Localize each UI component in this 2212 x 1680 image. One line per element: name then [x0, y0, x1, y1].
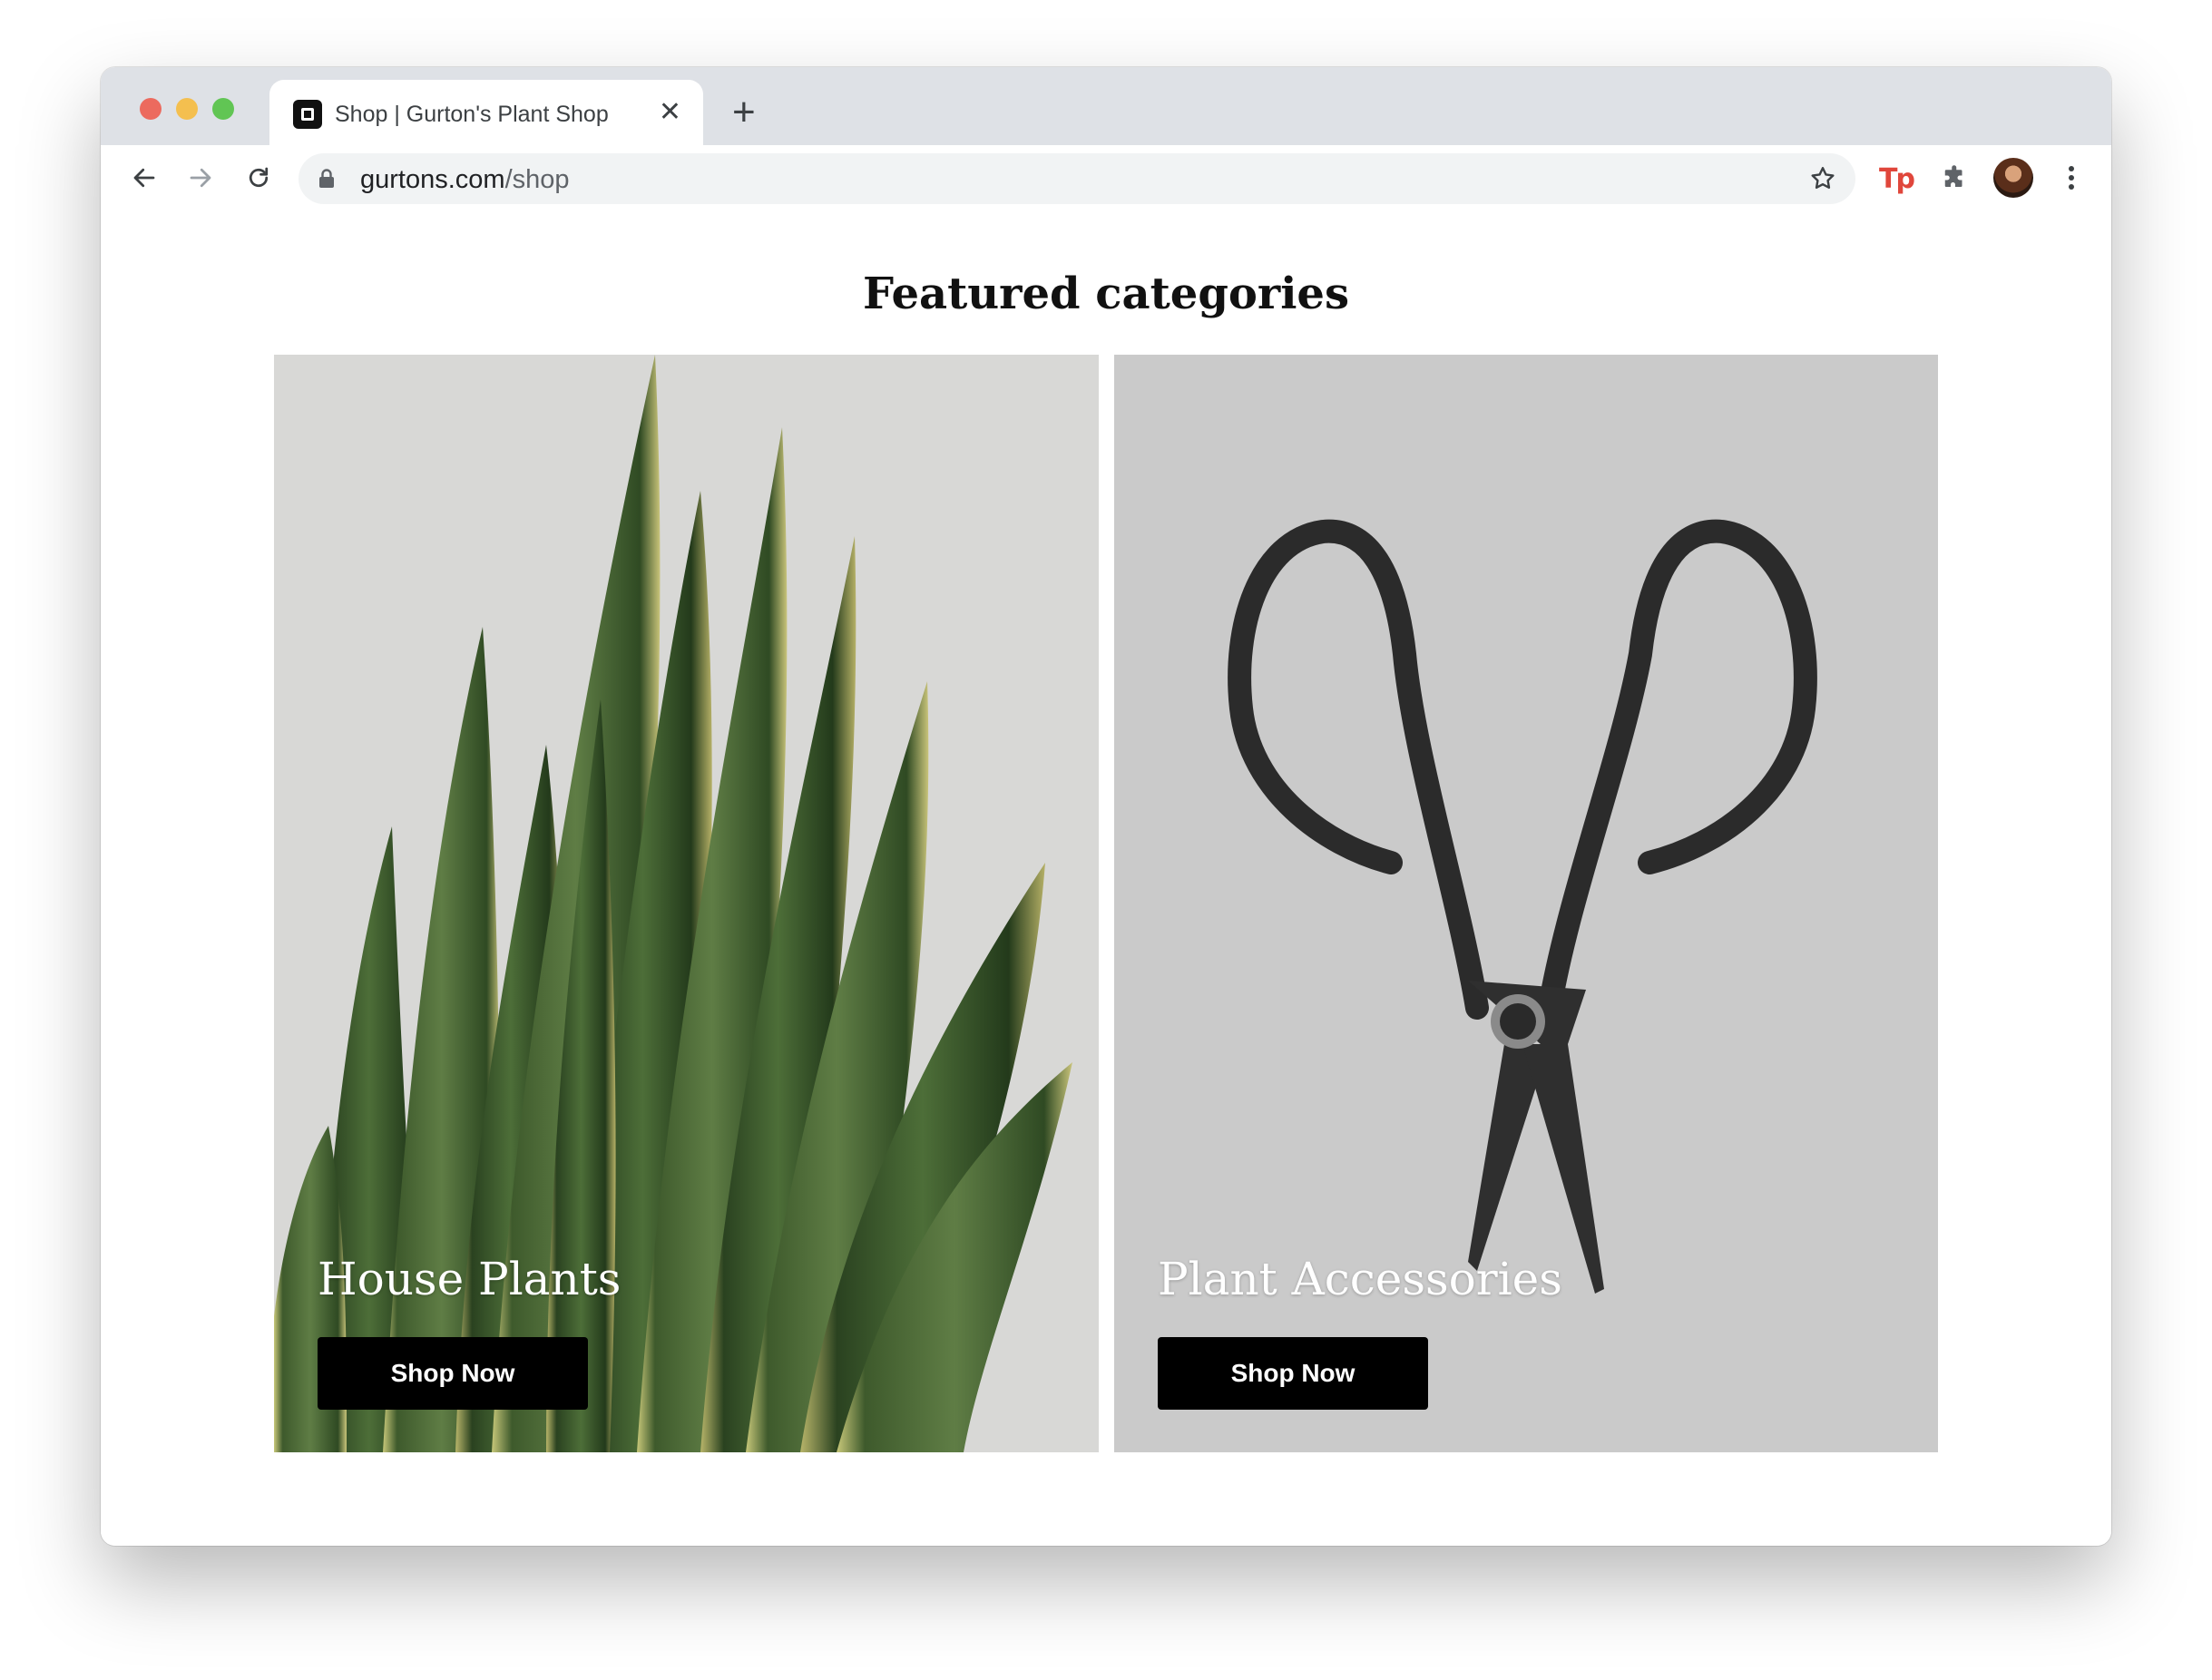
shop-now-button-house-plants[interactable]: Shop Now	[318, 1337, 588, 1410]
url-path: /shop	[504, 165, 570, 194]
browser-tab-active[interactable]: Shop | Gurton's Plant Shop ✕	[269, 80, 703, 145]
forward-arrow-icon[interactable]	[181, 158, 220, 198]
shop-now-button-plant-accessories[interactable]: Shop Now	[1158, 1337, 1428, 1410]
puzzle-extensions-icon[interactable]	[1935, 158, 1975, 198]
category-title: Plant Accessories	[1158, 1253, 1562, 1305]
url-domain: gurtons.com	[360, 165, 505, 194]
profile-avatar[interactable]	[1993, 158, 2033, 198]
category-card-house-plants[interactable]: House Plants Shop Now	[274, 355, 1099, 1452]
category-card-plant-accessories[interactable]: Plant Accessories Shop Now	[1114, 355, 1938, 1452]
kebab-menu-icon[interactable]	[2051, 158, 2091, 198]
category-title: House Plants	[318, 1253, 622, 1305]
minimize-window-button[interactable]	[176, 98, 198, 120]
tab-strip: Shop | Gurton's Plant Shop ✕ +	[101, 67, 2111, 145]
square-logo-favicon-icon	[293, 100, 322, 129]
reload-icon[interactable]	[239, 158, 279, 198]
page-content: Featured categories House Plants Shop No…	[101, 212, 2111, 1546]
lock-icon[interactable]	[318, 169, 335, 193]
close-window-button[interactable]	[140, 98, 161, 120]
tab-close-icon[interactable]: ✕	[659, 96, 681, 129]
extension-tp-icon[interactable]: Tp	[1879, 163, 1915, 195]
address-bar[interactable]: gurtons.com/shop	[299, 153, 1855, 204]
back-arrow-icon[interactable]	[124, 158, 164, 198]
browser-window: Shop | Gurton's Plant Shop ✕ + gurtons.c…	[101, 67, 2111, 1546]
browser-toolbar: gurtons.com/shop Tp	[101, 145, 2111, 214]
url-text[interactable]: gurtons.com/shop	[360, 165, 570, 195]
tab-title: Shop | Gurton's Plant Shop	[335, 102, 609, 127]
page-title: Featured categories	[863, 269, 1349, 319]
bookmark-star-icon[interactable]	[1808, 164, 1837, 198]
new-tab-button[interactable]: +	[732, 93, 756, 132]
maximize-window-button[interactable]	[212, 98, 234, 120]
